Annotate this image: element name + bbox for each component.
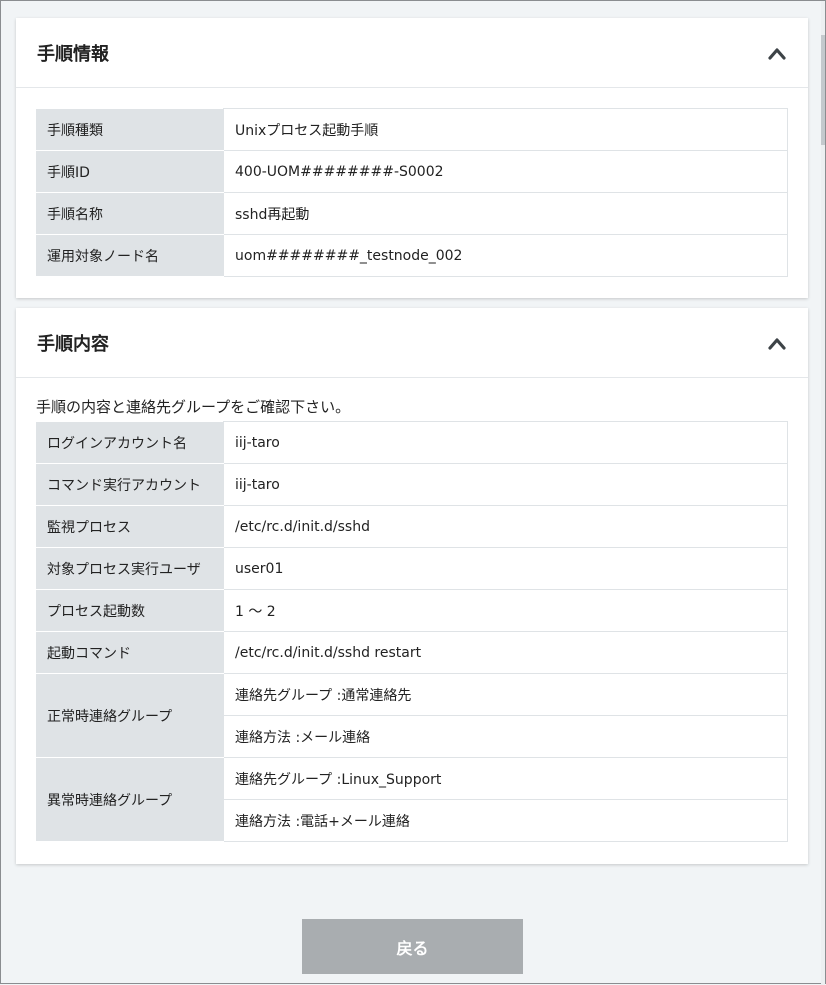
procedure-content-title: 手順内容 bbox=[37, 334, 109, 355]
abnormal-contact-label: 異常時連絡グループ bbox=[36, 757, 224, 842]
row-value: 1 ～ 2 bbox=[223, 589, 788, 632]
procedure-info-table: 手順種類 Unixプロセス起動手順 手順ID 400-UOM########-S… bbox=[36, 108, 788, 277]
row-value: iij-taro bbox=[223, 463, 788, 506]
row-label: ログインアカウント名 bbox=[36, 421, 224, 464]
row-value: /etc/rc.d/init.d/sshd bbox=[223, 505, 788, 548]
table-row: 監視プロセス /etc/rc.d/init.d/sshd bbox=[36, 505, 788, 548]
procedure-content-panel: 手順内容 手順の内容と連絡先グループをご確認下さい。 ログインアカウント名 ii… bbox=[16, 308, 808, 864]
normal-contact-method: 連絡方法 :メール連絡 bbox=[223, 715, 788, 758]
table-row: 手順ID 400-UOM########-S0002 bbox=[36, 150, 788, 193]
row-label: 起動コマンド bbox=[36, 631, 224, 674]
table-row: プロセス起動数 1 ～ 2 bbox=[36, 589, 788, 632]
normal-contact-label: 正常時連絡グループ bbox=[36, 673, 224, 758]
procedure-content-header[interactable]: 手順内容 bbox=[16, 308, 808, 378]
procedure-content-table: ログインアカウント名 iij-taro コマンド実行アカウント iij-taro… bbox=[36, 421, 788, 842]
table-row: 手順種類 Unixプロセス起動手順 bbox=[36, 108, 788, 151]
row-label: 手順ID bbox=[36, 150, 224, 193]
row-value: /etc/rc.d/init.d/sshd restart bbox=[223, 631, 788, 674]
procedure-info-header[interactable]: 手順情報 bbox=[16, 18, 808, 88]
back-button[interactable]: 戻る bbox=[302, 919, 523, 974]
row-label: 運用対象ノード名 bbox=[36, 234, 224, 277]
abnormal-contact-group: 連絡先グループ :Linux_Support bbox=[223, 757, 788, 800]
confirm-note: 手順の内容と連絡先グループをご確認下さい。 bbox=[36, 398, 351, 416]
row-value: Unixプロセス起動手順 bbox=[223, 108, 788, 151]
table-row: ログインアカウント名 iij-taro bbox=[36, 421, 788, 464]
table-row: 運用対象ノード名 uom########_testnode_002 bbox=[36, 234, 788, 277]
table-row: 異常時連絡グループ 連絡先グループ :Linux_Support bbox=[36, 757, 788, 842]
row-label: 監視プロセス bbox=[36, 505, 224, 548]
row-value: uom########_testnode_002 bbox=[223, 234, 788, 277]
row-label: プロセス起動数 bbox=[36, 589, 224, 632]
scrollbar-thumb[interactable] bbox=[821, 35, 825, 145]
abnormal-contact-method: 連絡方法 :電話+メール連絡 bbox=[223, 799, 788, 842]
row-label: 対象プロセス実行ユーザ bbox=[36, 547, 224, 590]
page-frame: 手順情報 手順種類 Unixプロセス起動手順 手順ID 400-UOM#####… bbox=[0, 0, 826, 985]
row-value: 400-UOM########-S0002 bbox=[223, 150, 788, 193]
row-label: コマンド実行アカウント bbox=[36, 463, 224, 506]
table-row: コマンド実行アカウント iij-taro bbox=[36, 463, 788, 506]
procedure-info-title: 手順情報 bbox=[37, 44, 109, 65]
table-row: 起動コマンド /etc/rc.d/init.d/sshd restart bbox=[36, 631, 788, 674]
table-row: 手順名称 sshd再起動 bbox=[36, 192, 788, 235]
row-label: 手順名称 bbox=[36, 192, 224, 235]
table-row: 正常時連絡グループ 連絡先グループ :通常連絡先 bbox=[36, 673, 788, 758]
row-value: sshd再起動 bbox=[223, 192, 788, 235]
scroll-area: 手順情報 手順種類 Unixプロセス起動手順 手順ID 400-UOM#####… bbox=[1, 1, 823, 985]
row-value: iij-taro bbox=[223, 421, 788, 464]
normal-contact-group: 連絡先グループ :通常連絡先 bbox=[223, 673, 788, 716]
row-label: 手順種類 bbox=[36, 108, 224, 151]
chevron-up-icon[interactable] bbox=[768, 46, 786, 60]
chevron-up-icon[interactable] bbox=[768, 336, 786, 350]
table-row: 対象プロセス実行ユーザ user01 bbox=[36, 547, 788, 590]
vertical-scrollbar[interactable] bbox=[821, 1, 825, 985]
row-value: user01 bbox=[223, 547, 788, 590]
procedure-info-panel: 手順情報 手順種類 Unixプロセス起動手順 手順ID 400-UOM#####… bbox=[16, 18, 808, 298]
